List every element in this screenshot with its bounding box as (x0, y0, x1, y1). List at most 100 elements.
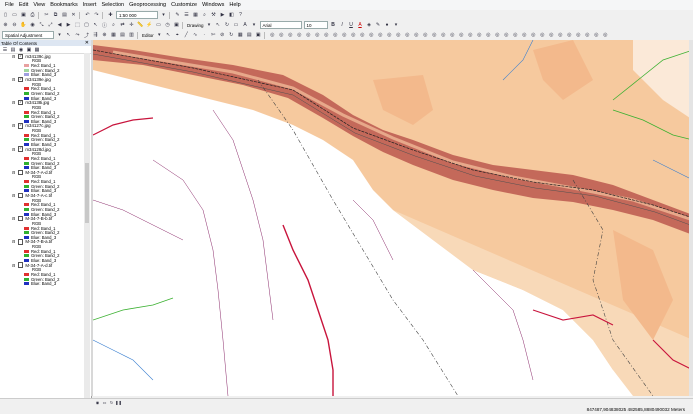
options-icon[interactable]: ▦ (34, 47, 40, 53)
map-view[interactable] (93, 40, 693, 396)
band-swatch[interactable] (24, 203, 29, 207)
layer-visibility-checkbox[interactable] (18, 262, 24, 268)
measure-icon[interactable]: 📏 (137, 22, 144, 29)
underline-button[interactable]: U (348, 22, 355, 29)
menu-item-help[interactable]: Help (229, 2, 240, 8)
georef-tool-icon[interactable]: ◎ (359, 32, 366, 39)
georef-tool-icon[interactable]: ◎ (323, 32, 330, 39)
fixed-zoom-in-icon[interactable]: ⤡ (38, 22, 45, 29)
list-by-source-icon[interactable]: ▤ (10, 47, 16, 53)
catalog-icon[interactable]: ▦ (192, 12, 199, 19)
text-tool[interactable]: A (242, 22, 249, 29)
chevron-down-icon[interactable]: ▾ (156, 32, 163, 39)
edit-vertices-icon[interactable]: ⌖ (174, 32, 181, 39)
font-name-combobox[interactable]: Arial (259, 21, 302, 29)
copy-icon[interactable]: ⧉ (52, 12, 59, 19)
layer-visibility-checkbox[interactable] (18, 239, 24, 245)
georef-tool-icon[interactable]: ◎ (593, 32, 600, 39)
band-swatch[interactable] (24, 91, 29, 95)
bold-button[interactable]: B (330, 22, 337, 29)
collapse-icon[interactable]: ⊟ (12, 147, 16, 152)
georef-tool-icon[interactable]: ◎ (404, 32, 411, 39)
band-swatch[interactable] (24, 68, 29, 72)
layer-visibility-checkbox[interactable]: ✓ (18, 100, 24, 106)
georef-tool-icon[interactable]: ◎ (440, 32, 447, 39)
georef-tool-icon[interactable]: ◎ (494, 32, 501, 39)
georef-tool-icon[interactable]: ◎ (521, 32, 528, 39)
new-displacement-link-icon[interactable]: ⤳ (74, 32, 81, 39)
layer-visibility-checkbox[interactable]: ✓ (18, 123, 24, 129)
pause-drawing-icon[interactable]: ❚❚ (115, 400, 122, 405)
modify-link-icon[interactable]: ⤴ (83, 32, 90, 39)
georef-tool-icon[interactable]: ◎ (386, 32, 393, 39)
band-swatch[interactable] (24, 133, 29, 137)
georef-tool-icon[interactable]: ◎ (395, 32, 402, 39)
band-swatch[interactable] (24, 96, 29, 100)
undo-icon[interactable]: ↶ (84, 12, 91, 19)
chevron-down-icon[interactable]: ▾ (56, 32, 63, 39)
attributes-icon[interactable]: ▦ (237, 32, 244, 39)
layer-visibility-checkbox[interactable]: ✓ (18, 146, 24, 152)
georef-tool-icon[interactable]: ◎ (602, 32, 609, 39)
band-swatch[interactable] (24, 110, 29, 114)
band-swatch[interactable] (24, 64, 29, 68)
georef-tool-icon[interactable]: ◎ (530, 32, 537, 39)
menu-item-selection[interactable]: Selection (101, 2, 124, 8)
select-elements-icon[interactable]: ↖ (92, 22, 99, 29)
georef-tool-icon[interactable]: ◎ (269, 32, 276, 39)
menu-item-bookmarks[interactable]: Bookmarks (50, 2, 78, 8)
collapse-icon[interactable]: ⊟ (12, 193, 16, 198)
layer-visibility-checkbox[interactable] (18, 216, 24, 222)
font-size-combobox[interactable]: 10 (303, 21, 328, 29)
georef-tool-icon[interactable]: ◎ (296, 32, 303, 39)
add-data-icon[interactable]: ✚ (107, 12, 114, 19)
band-swatch[interactable] (24, 249, 29, 253)
font-color-button[interactable]: A (357, 22, 364, 29)
point-icon[interactable]: · (201, 32, 208, 39)
chevron-down-icon[interactable]: ▾ (393, 22, 400, 29)
band-swatch[interactable] (24, 282, 29, 286)
georef-tool-icon[interactable]: ◎ (449, 32, 456, 39)
help-icon[interactable]: ? (237, 12, 244, 19)
georef-tool-icon[interactable]: ◎ (278, 32, 285, 39)
edit-tool-icon[interactable]: ↖ (65, 32, 72, 39)
split-icon[interactable]: ⊘ (219, 32, 226, 39)
collapse-icon[interactable]: ⊟ (12, 239, 16, 244)
band-swatch[interactable] (24, 277, 29, 281)
time-slider-icon[interactable]: ◷ (164, 22, 171, 29)
menu-item-view[interactable]: View (33, 2, 45, 8)
layer-visibility-checkbox[interactable] (18, 169, 24, 176)
fill-color-icon[interactable]: ◈ (366, 22, 373, 29)
georef-tool-icon[interactable]: ◎ (476, 32, 483, 39)
collapse-icon[interactable]: ⊟ (12, 170, 16, 175)
band-swatch[interactable] (24, 184, 29, 188)
georef-tool-icon[interactable]: ◎ (314, 32, 321, 39)
sketch-properties-icon[interactable]: ▤ (246, 32, 253, 39)
rectangle-icon[interactable]: ▭ (233, 22, 240, 29)
rotate-icon[interactable]: ↻ (228, 32, 235, 39)
chevron-down-icon[interactable]: ▾ (251, 22, 258, 29)
layer-visibility-checkbox[interactable]: ✓ (18, 53, 24, 60)
drawing-menu[interactable]: Drawing (187, 23, 204, 28)
identify-icon[interactable]: ⓘ (101, 22, 108, 29)
print-icon[interactable]: ⎙ (29, 12, 36, 19)
modelbuilder-icon[interactable]: ◧ (228, 12, 235, 19)
toc-vertical-scrollbar[interactable] (84, 53, 90, 398)
band-swatch[interactable] (24, 156, 29, 160)
new-identity-link-icon[interactable]: ⊕ (101, 32, 108, 39)
georef-tool-icon[interactable]: ◎ (377, 32, 384, 39)
save-icon[interactable]: ▣ (20, 12, 27, 19)
georef-tool-icon[interactable]: ◎ (341, 32, 348, 39)
new-document-icon[interactable]: ▯ (2, 12, 9, 19)
python-icon[interactable]: ▶ (219, 12, 226, 19)
search-icon[interactable]: ⌕ (201, 12, 208, 19)
band-swatch[interactable] (24, 119, 29, 123)
layer-visibility-checkbox[interactable] (18, 192, 24, 199)
go-to-xy-icon[interactable]: ✛ (128, 22, 135, 29)
edit-annotation-icon[interactable]: ↖ (165, 32, 172, 39)
multiple-displacement-icon[interactable]: ⇶ (92, 32, 99, 39)
trace-icon[interactable]: ∿ (192, 32, 199, 39)
open-icon[interactable]: ▭ (11, 12, 18, 19)
band-swatch[interactable] (24, 180, 29, 184)
menu-item-file[interactable]: File (5, 2, 14, 8)
